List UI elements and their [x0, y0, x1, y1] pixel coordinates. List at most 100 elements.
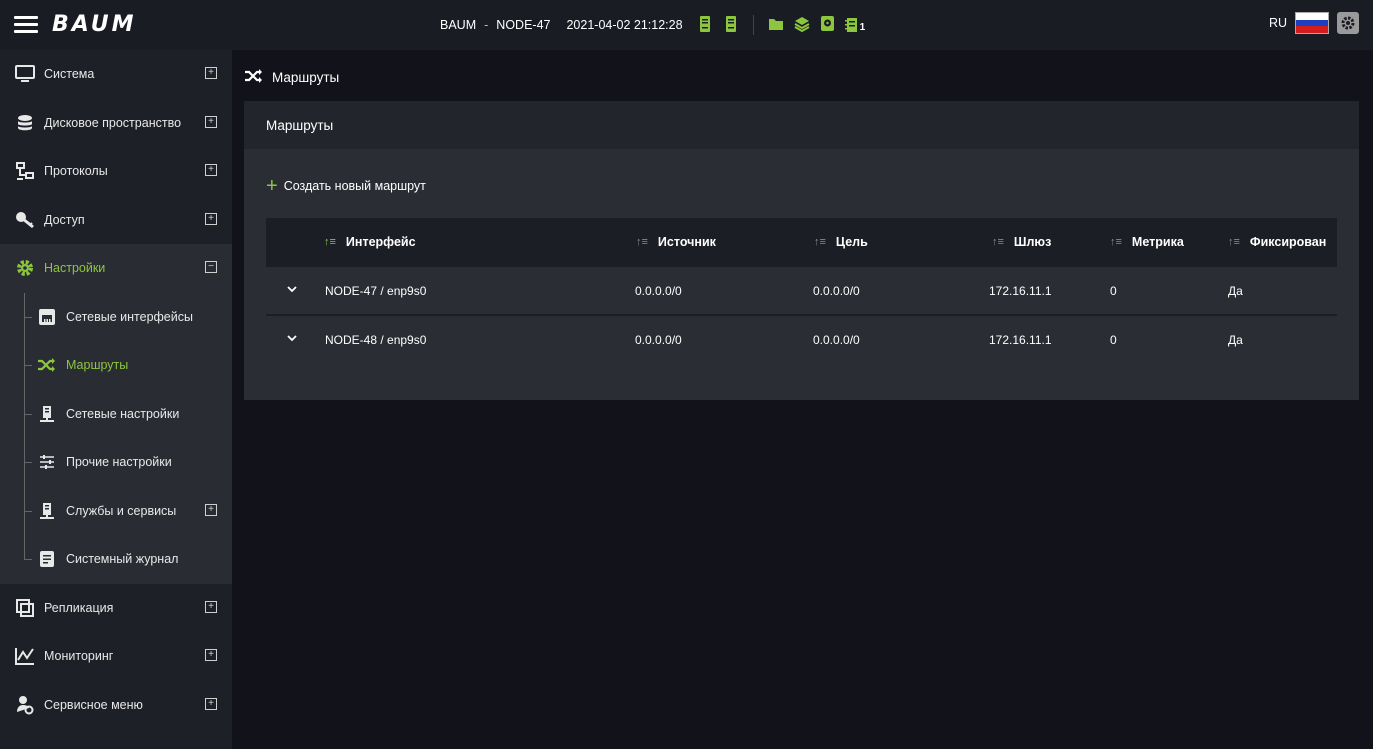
column-metric[interactable]: ↑≡ Метрика [1110, 218, 1184, 266]
monitor-icon [14, 64, 36, 84]
cell-target: 0.0.0.0/0 [813, 284, 860, 298]
server-icon [36, 501, 58, 521]
sidebar-item-label: Службы и сервисы [66, 503, 177, 518]
server-status-icon[interactable] [699, 15, 711, 36]
collapse-icon[interactable]: − [205, 261, 217, 273]
cell-fixed: Да [1228, 284, 1243, 298]
expand-icon[interactable]: + [205, 600, 217, 613]
cell-metric: 0 [1110, 284, 1117, 298]
routes-panel: Маршруты + Создать новый маршрут ↑≡ Интер… [244, 101, 1359, 400]
node-name: NODE-47 [496, 18, 551, 32]
expand-icon[interactable]: + [205, 212, 217, 225]
network-icon [14, 161, 36, 181]
settings-gear-icon[interactable] [1337, 12, 1359, 34]
sidebar-item-service-menu[interactable]: Сервисное меню + [0, 681, 232, 730]
expand-icon[interactable]: + [205, 697, 217, 710]
sidebar-item-system[interactable]: Система + [0, 50, 232, 99]
sidebar-item-access[interactable]: Доступ + [0, 196, 232, 245]
cell-source: 0.0.0.0/0 [635, 284, 682, 298]
sort-icon[interactable]: ↑≡ [324, 236, 336, 248]
sidebar-item-monitoring[interactable]: Мониторинг + [0, 632, 232, 681]
sort-icon[interactable]: ↑≡ [1228, 236, 1240, 248]
column-source[interactable]: ↑≡ Источник [636, 218, 716, 266]
cell-metric: 0 [1110, 333, 1117, 347]
chevron-down-icon[interactable] [286, 283, 298, 295]
table-row[interactable]: NODE-48 / enp9s0 0.0.0.0/0 0.0.0.0/0 172… [266, 315, 1337, 363]
gear-icon [14, 258, 36, 278]
page-title: Маршруты [272, 69, 340, 85]
column-interface[interactable]: ↑≡ Интерфейс [324, 218, 416, 266]
expand-icon[interactable]: + [205, 67, 217, 79]
logo: BAUM [52, 12, 137, 37]
expand-icon[interactable]: + [205, 164, 217, 176]
cell-source: 0.0.0.0/0 [635, 333, 682, 347]
expand-icon[interactable]: + [205, 115, 217, 128]
journal-icon [36, 549, 58, 569]
shuffle-icon [36, 355, 58, 375]
database-icon [14, 113, 36, 133]
sidebar-item-label: Дисковое пространство [44, 115, 182, 130]
replication-icon [14, 598, 36, 618]
sidebar-subitem-routes[interactable]: Маршруты [0, 341, 232, 390]
create-route-button[interactable]: + Создать новый маршрут [266, 176, 426, 196]
sidebar-item-label: Система [44, 67, 95, 82]
sidebar-item-label: Сервисное меню [44, 697, 143, 712]
expand-icon[interactable]: + [205, 503, 217, 516]
sidebar-item-label: Репликация [44, 600, 114, 615]
sort-icon[interactable]: ↑≡ [992, 236, 1004, 248]
separator: - [484, 18, 489, 32]
datetime: 2021-04-02 21:12:28 [566, 18, 683, 32]
cell-interface: NODE-47 / enp9s0 [325, 284, 427, 298]
language-label[interactable]: RU [1269, 16, 1287, 30]
column-fixed[interactable]: ↑≡ Фиксирован [1228, 218, 1326, 266]
sidebar-item-label: Маршруты [66, 358, 129, 373]
chart-icon [14, 646, 36, 666]
sidebar-item-label: Настройки [44, 261, 106, 276]
sort-icon[interactable]: ↑≡ [636, 236, 648, 248]
folder-icon[interactable] [768, 17, 784, 34]
sidebar-item-label: Сетевые интерфейсы [66, 309, 193, 324]
sidebar-subitem-network-settings[interactable]: Сетевые настройки [0, 390, 232, 439]
sidebar-item-label: Мониторинг [44, 649, 114, 664]
panel-header: Маршруты [244, 101, 1359, 149]
sidebar-item-label: Протоколы [44, 164, 108, 179]
chevron-down-icon[interactable] [286, 332, 298, 344]
sort-icon[interactable]: ↑≡ [1110, 236, 1122, 248]
sidebar-subitem-syslog[interactable]: Системный журнал [0, 535, 232, 584]
divider [752, 15, 754, 35]
sidebar-subitem-other-settings[interactable]: Прочие настройки [0, 438, 232, 487]
memory-icon[interactable]: 1 [844, 17, 865, 33]
sidebar-item-replication[interactable]: Репликация + [0, 584, 232, 633]
top-right: RU [1269, 12, 1359, 34]
status-area: BAUM - NODE-47 2021-04-02 21:12:28 1 [440, 0, 865, 50]
server-icon [36, 404, 58, 424]
expand-icon[interactable]: + [205, 649, 217, 661]
cell-interface: NODE-48 / enp9s0 [325, 333, 427, 347]
table-row[interactable]: NODE-47 / enp9s0 0.0.0.0/0 0.0.0.0/0 172… [266, 266, 1337, 314]
top-bar: BAUM BAUM - NODE-47 2021-04-02 21:12:28 … [0, 0, 1373, 50]
panel-title: Маршруты [266, 117, 334, 133]
column-target[interactable]: ↑≡ Цель [814, 218, 868, 266]
column-gateway[interactable]: ↑≡ Шлюз [992, 218, 1051, 266]
sidebar-item-protocols[interactable]: Протоколы + [0, 147, 232, 196]
sort-icon[interactable]: ↑≡ [814, 236, 826, 248]
layers-icon[interactable] [794, 16, 810, 35]
sidebar-item-label: Сетевые настройки [66, 406, 180, 421]
system-name: BAUM [440, 18, 477, 32]
routes-table: ↑≡ Интерфейс ↑≡ Источник ↑≡ Цель ↑≡ Шлюз ↑≡ М… [266, 218, 1337, 363]
sidebar-item-settings[interactable]: Настройки − [0, 244, 232, 293]
cell-gateway: 172.16.11.1 [989, 284, 1052, 298]
ethernet-icon [36, 307, 58, 327]
create-route-label: Создать новый маршрут [283, 179, 426, 193]
shuffle-icon [244, 68, 264, 87]
server-status-icon[interactable] [725, 15, 737, 36]
sidebar-item-label: Прочие настройки [66, 455, 172, 470]
sidebar-item-disk[interactable]: Дисковое пространство + [0, 99, 232, 148]
sliders-icon [36, 452, 58, 472]
sidebar-subitem-network-interfaces[interactable]: Сетевые интерфейсы [0, 293, 232, 342]
menu-icon[interactable] [14, 16, 38, 34]
sidebar-subitem-services[interactable]: Службы и сервисы + [0, 487, 232, 536]
russia-flag-icon[interactable] [1295, 12, 1329, 34]
settings-submenu: Сетевые интерфейсы Маршруты Сетевые наст… [0, 292, 232, 584]
disk-icon[interactable] [820, 15, 835, 35]
